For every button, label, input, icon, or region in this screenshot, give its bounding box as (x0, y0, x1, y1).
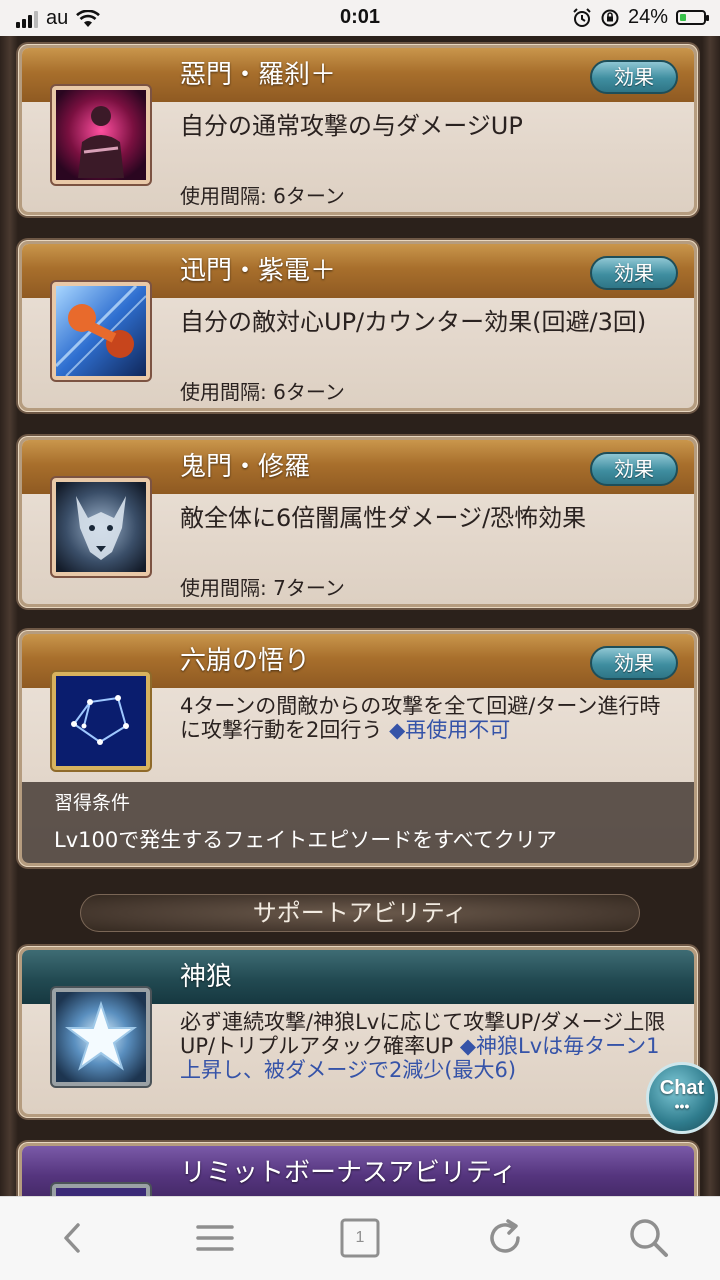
effect-button[interactable]: 効果 (590, 60, 678, 94)
effect-button[interactable]: 効果 (590, 256, 678, 290)
wolf-icon[interactable] (52, 478, 150, 576)
ability-description: 4ターンの間敵からの攻撃を全て回避/ターン進行時に攻撃行動を2回行う ◆再使用不… (180, 694, 661, 742)
ability-card: 惡門・羅刹＋ 効果 自分の通常攻撃の与ダメージUP 使用間隔: 6ターン (18, 44, 698, 216)
support-ability-section-header: サポートアビリティ (80, 894, 640, 932)
effect-button[interactable]: 効果 (590, 452, 678, 486)
game-view: 惡門・羅刹＋ 効果 自分の通常攻撃の与ダメージUP 使用間隔: 6ターン 迅門・… (0, 36, 720, 1196)
back-icon[interactable] (50, 1215, 96, 1261)
tab-count: 1 (355, 1229, 365, 1246)
battery-icon (676, 10, 709, 25)
battery-percent: 24% (627, 6, 668, 28)
ability-title: 神狼 (180, 962, 233, 992)
star-icon[interactable] (52, 988, 150, 1086)
menu-icon[interactable] (192, 1215, 238, 1261)
acquisition-condition: 習得条件 Lv100で発生するフェイトエピソードをすべてクリア (22, 782, 694, 863)
ability-card: 六崩の悟り 効果 4ターンの間敵からの攻撃を全て回避/ターン進行時に攻撃行動を2… (18, 630, 698, 867)
ability-description: 必ず連続攻撃/神狼Lvに応じて攻撃UP/ダメージ上限UP/トリプルアタック確率U… (180, 1010, 666, 1082)
red-aura-warrior-icon[interactable] (52, 86, 150, 184)
chat-button[interactable]: Chat ••• (646, 1062, 718, 1134)
limit-bonus-ability-card: リミットボーナスアビリティ (18, 1142, 698, 1196)
ability-title: 鬼門・修羅 (180, 452, 311, 482)
effect-button[interactable]: 効果 (590, 646, 678, 680)
ability-description: 自分の通常攻撃の与ダメージUP (180, 112, 523, 140)
condition-label: 習得条件 (54, 792, 131, 814)
ability-title: 六崩の悟り (180, 646, 311, 676)
constellation-icon[interactable] (52, 672, 150, 770)
ability-title: 惡門・羅刹＋ (180, 60, 337, 90)
ability-note: ◆再使用不可 (389, 718, 511, 742)
tabs-button[interactable]: 1 (337, 1215, 383, 1261)
ability-description: 自分の敵対心UP/カウンター効果(回避/3回) (180, 308, 647, 336)
alarm-icon (573, 7, 591, 27)
ability-description: 敵全体に6倍闇属性ダメージ/恐怖効果 (180, 504, 587, 532)
ability-title: 迅門・紫電＋ (180, 256, 337, 286)
fist-icon[interactable] (52, 282, 150, 380)
ability-cooldown: 使用間隔: 6ターン (180, 184, 345, 208)
limit-bonus-title: リミットボーナスアビリティ (180, 1158, 517, 1188)
ability-cooldown: 使用間隔: 6ターン (180, 380, 345, 404)
limit-bonus-icon[interactable] (52, 1184, 150, 1196)
ability-cooldown: 使用間隔: 7ターン (180, 576, 345, 600)
ability-card: 迅門・紫電＋ 効果 自分の敵対心UP/カウンター効果(回避/3回) 使用間隔: … (18, 240, 698, 412)
support-ability-card: 神狼 必ず連続攻撃/神狼Lvに応じて攻撃UP/ダメージ上限UP/トリプルアタック… (18, 946, 698, 1118)
reload-icon[interactable] (482, 1215, 528, 1261)
status-bar: au 0:01 24% (0, 0, 720, 36)
browser-toolbar: 1 (0, 1196, 720, 1280)
ability-card: 鬼門・修羅 効果 敵全体に6倍闇属性ダメージ/恐怖効果 使用間隔: 7ターン (18, 436, 698, 608)
orientation-lock-icon (601, 9, 619, 26)
condition-text: Lv100で発生するフェイトエピソードをすべてクリア (54, 828, 557, 852)
search-icon[interactable] (626, 1215, 672, 1261)
